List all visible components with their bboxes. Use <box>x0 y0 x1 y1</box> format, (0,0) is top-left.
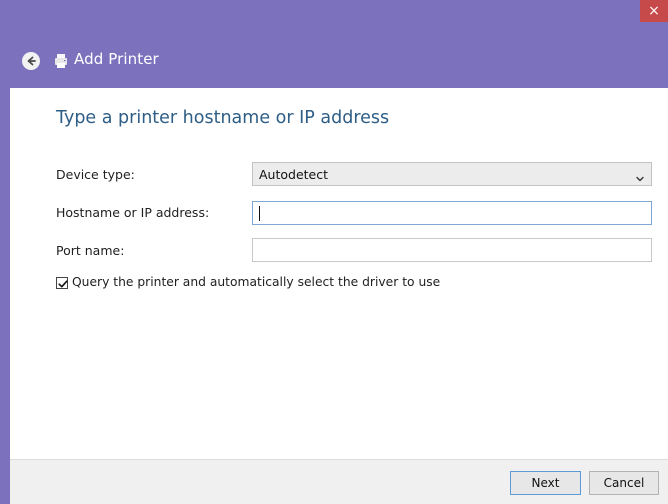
device-type-dropdown[interactable]: Autodetect <box>252 162 652 186</box>
cancel-button[interactable]: Cancel <box>589 471 659 495</box>
port-name-input[interactable] <box>252 238 652 262</box>
titlebar: × Add Printer <box>0 0 668 88</box>
window-title: Add Printer <box>74 50 159 68</box>
close-button[interactable]: × <box>640 0 668 22</box>
next-button[interactable]: Next <box>510 471 581 495</box>
device-type-label: Device type: <box>56 167 135 182</box>
footer: Next Cancel <box>10 459 668 504</box>
add-printer-window: × Add Printer Type a printer hostname or… <box>0 0 668 504</box>
printer-icon <box>52 52 70 70</box>
text-caret <box>259 206 260 221</box>
device-type-selected: Autodetect <box>259 167 329 182</box>
query-printer-label[interactable]: Query the printer and automatically sele… <box>72 275 440 289</box>
page-title: Type a printer hostname or IP address <box>56 108 390 128</box>
query-printer-checkbox[interactable] <box>56 277 68 289</box>
port-name-label: Port name: <box>56 243 125 258</box>
hostname-label: Hostname or IP address: <box>56 205 210 220</box>
chevron-down-icon <box>635 169 645 188</box>
main-content: Type a printer hostname or IP address De… <box>10 88 668 459</box>
hostname-input[interactable] <box>252 201 652 225</box>
back-arrow-icon[interactable] <box>22 52 40 70</box>
checkmark-icon <box>58 280 68 288</box>
